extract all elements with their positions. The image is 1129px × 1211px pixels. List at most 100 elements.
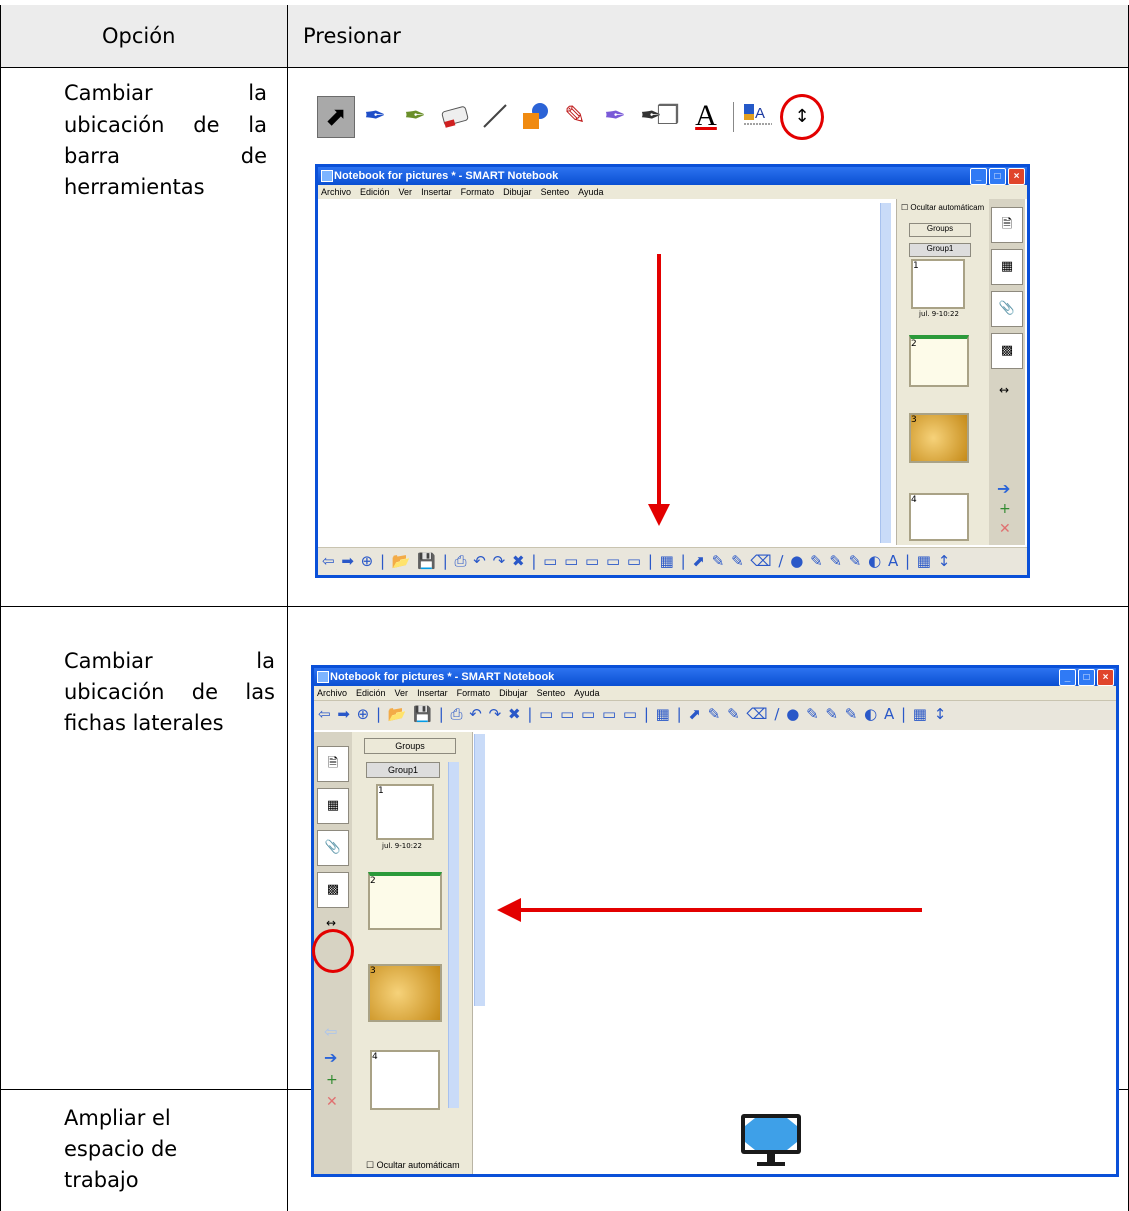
toolbar-separator: [733, 102, 734, 132]
menu-archivo[interactable]: Archivo: [321, 185, 351, 199]
svg-text:A: A: [755, 105, 765, 122]
app-icon: [321, 170, 333, 182]
left-border: [0, 5, 1, 1211]
canvas-scrollbar[interactable]: [474, 734, 485, 1006]
page-thumbnail[interactable]: 4: [909, 493, 969, 541]
gallery-tab[interactable]: ▦: [317, 788, 349, 824]
forward-icon[interactable]: ➔: [997, 479, 1010, 498]
row2-line2: ubicación de las: [64, 680, 275, 704]
left-arrow: [497, 898, 922, 922]
groups-button[interactable]: Groups: [909, 223, 971, 237]
close-button[interactable]: ×: [1097, 669, 1114, 686]
pen-icon[interactable]: ✒: [357, 96, 393, 136]
row2-line3: fichas laterales: [64, 711, 224, 735]
page-thumbnail[interactable]: 2: [909, 335, 969, 387]
minimize-button[interactable]: _: [970, 168, 987, 185]
menu-dibujar[interactable]: Dibujar: [503, 185, 532, 199]
menu-dibujar[interactable]: Dibujar: [499, 686, 528, 700]
shape-recognition-pen-icon[interactable]: ✎: [557, 96, 593, 136]
delete-icon[interactable]: ✕: [999, 521, 1011, 537]
row1-line1: Cambiar la: [64, 81, 267, 105]
page-thumbnail[interactable]: 2: [368, 872, 442, 930]
properties-tab[interactable]: ▩: [991, 333, 1023, 369]
line-icon[interactable]: [477, 96, 513, 136]
fill-icon[interactable]: ❒: [650, 96, 686, 136]
eraser-icon[interactable]: [437, 96, 473, 136]
add-page-icon[interactable]: +: [999, 501, 1011, 517]
page-sorter-tab[interactable]: 🗎: [991, 207, 1023, 243]
menu-insertar[interactable]: Insertar: [421, 185, 452, 199]
magic-pen-icon[interactable]: ✒: [597, 96, 633, 136]
page-thumbnail[interactable]: 1: [376, 784, 434, 840]
page-thumbnail[interactable]: 3: [368, 964, 442, 1022]
page-thumbnail[interactable]: 3: [909, 413, 969, 463]
maximize-button[interactable]: □: [989, 168, 1006, 185]
notebook-window-1: Notebook for pictures * - SMART Notebook…: [315, 164, 1030, 578]
row3-line1: Ampliar el: [64, 1106, 171, 1130]
thumbnail-scrollbar[interactable]: [448, 762, 459, 1108]
group-label: Group1: [366, 762, 440, 778]
page-thumbnail[interactable]: 1: [911, 259, 965, 309]
header-option: Opción: [102, 24, 176, 48]
group-label: Group1: [909, 243, 971, 257]
bottom-toolbar: ⇦ ➡ ⊕ | 📂 💾 | ⎙ ↶ ↷ ✖ | ▭ ▭ ▭ ▭ ▭ | ▦ | …: [318, 547, 1027, 575]
attachments-tab[interactable]: 📎: [317, 830, 349, 866]
select-arrow-icon[interactable]: ⬈: [317, 96, 355, 138]
properties-icon[interactable]: A: [741, 96, 777, 136]
back-icon[interactable]: ⇦: [324, 1022, 337, 1041]
shapes-icon[interactable]: [517, 96, 553, 136]
text-icon[interactable]: A: [688, 96, 724, 136]
row1-bottom-border: [0, 606, 1129, 607]
menu-bar: Archivo Edición Ver Insertar Formato Dib…: [314, 686, 1116, 700]
attachments-tab[interactable]: 📎: [991, 291, 1023, 327]
maximize-button[interactable]: □: [1078, 669, 1095, 686]
menu-ver[interactable]: Ver: [395, 686, 409, 700]
row3-line2: espacio de: [64, 1137, 178, 1161]
delete-icon[interactable]: ✕: [326, 1094, 338, 1110]
highlight-circle: [780, 94, 824, 140]
header-press: Presionar: [303, 24, 401, 48]
menu-archivo[interactable]: Archivo: [317, 686, 347, 700]
menu-edicion[interactable]: Edición: [360, 185, 390, 199]
close-button[interactable]: ×: [1008, 168, 1025, 185]
menu-edicion[interactable]: Edición: [356, 686, 386, 700]
header-bottom-border: [0, 67, 1129, 68]
row1-line3: barra de: [64, 144, 267, 168]
menu-formato[interactable]: Formato: [461, 185, 495, 199]
row2-line1: Cambiar la: [64, 649, 275, 673]
side-panel: ☐ Ocultar automáticam Groups Group1 1 ju…: [896, 199, 1025, 545]
app-icon: [317, 671, 329, 683]
forward-icon[interactable]: ➔: [324, 1048, 337, 1067]
menu-insertar[interactable]: Insertar: [417, 686, 448, 700]
properties-tab[interactable]: ▩: [317, 872, 349, 908]
page-thumbnail[interactable]: 4: [370, 1050, 440, 1110]
add-page-icon[interactable]: +: [326, 1072, 338, 1088]
autohide-checkbox[interactable]: ☐ Ocultar automáticam: [366, 1160, 460, 1171]
menu-ayuda[interactable]: Ayuda: [578, 185, 603, 199]
down-arrow: [648, 254, 670, 526]
menu-senteo[interactable]: Senteo: [537, 686, 566, 700]
minimize-button[interactable]: _: [1059, 669, 1076, 686]
canvas-scrollbar[interactable]: [880, 203, 891, 543]
window-title: Notebook for pictures * - SMART Notebook…: [314, 668, 1116, 686]
row3-line3: trabajo: [64, 1168, 139, 1192]
menu-formato[interactable]: Formato: [457, 686, 491, 700]
menu-ayuda[interactable]: Ayuda: [574, 686, 599, 700]
page-sorter-tab[interactable]: 🗎: [317, 746, 349, 782]
thumb-date: jul. 9-10:22: [919, 310, 959, 318]
move-sidebar-icon[interactable]: ↔: [326, 916, 336, 930]
column-divider: [287, 5, 288, 1211]
full-screen-monitor-icon[interactable]: [739, 1112, 803, 1172]
menu-senteo[interactable]: Senteo: [541, 185, 570, 199]
gallery-tab[interactable]: ▦: [991, 249, 1023, 285]
groups-button[interactable]: Groups: [364, 738, 456, 754]
creative-pen-icon[interactable]: ✒: [397, 96, 433, 136]
side-tabs: 🗎 ▦ 📎 ▩ ↔ ➔ + ✕: [989, 199, 1025, 545]
window-title: Notebook for pictures * - SMART Notebook…: [318, 167, 1027, 185]
row1-line4: herramientas: [64, 175, 205, 199]
thumb-date: jul. 9-10:22: [382, 842, 422, 850]
menu-ver[interactable]: Ver: [399, 185, 413, 199]
autohide-checkbox[interactable]: ☐ Ocultar automáticam: [901, 203, 984, 212]
highlight-circle: [312, 929, 354, 973]
move-sidebar-icon[interactable]: ↔: [999, 383, 1009, 397]
